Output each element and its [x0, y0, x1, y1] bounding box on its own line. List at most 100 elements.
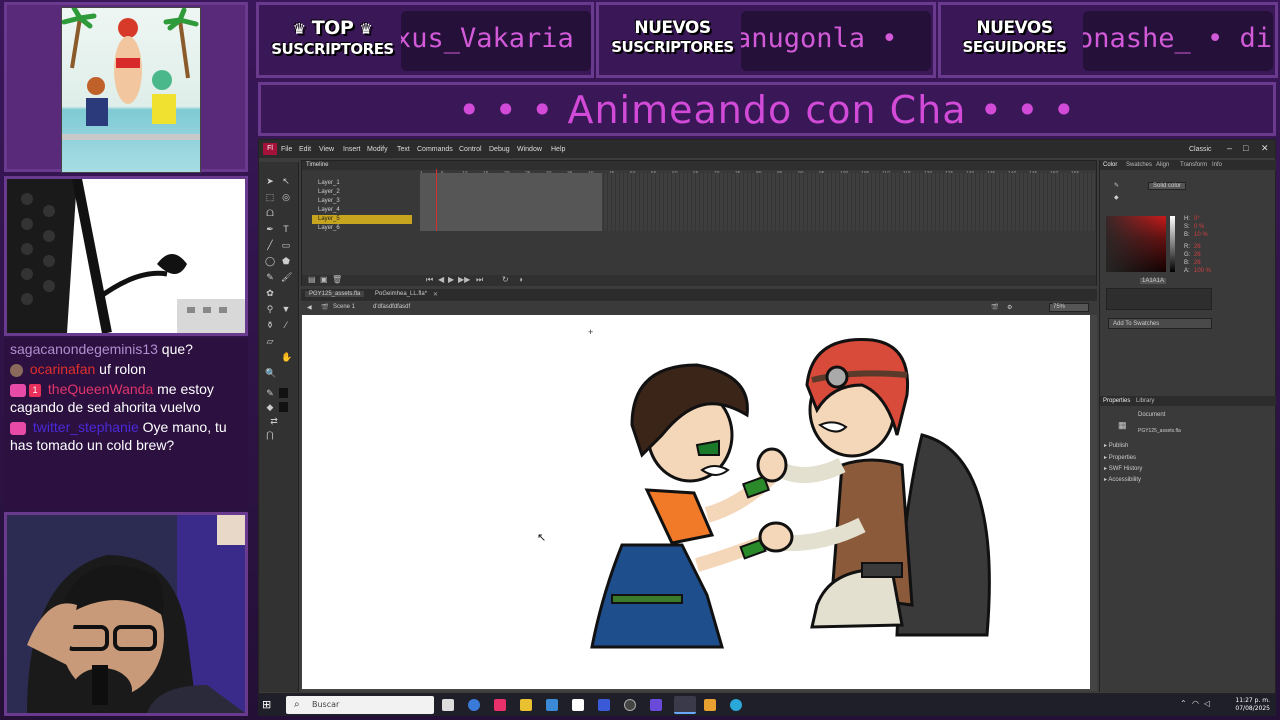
- hex-field[interactable]: 1A1A1A: [1140, 278, 1167, 284]
- symbol-breadcrumb[interactable]: d'dfasdfdfasdf: [373, 304, 410, 310]
- stroke-swatch[interactable]: [279, 388, 288, 398]
- stroke-color-icon[interactable]: ✎: [1114, 182, 1119, 189]
- section-swf-history[interactable]: ▸ SWF History: [1104, 465, 1142, 472]
- app-icon[interactable]: [704, 699, 716, 711]
- layer-row[interactable]: Layer_2: [312, 188, 412, 197]
- stroke-color-icon[interactable]: ✎: [265, 388, 275, 398]
- eraser-tool-icon[interactable]: ▱: [265, 336, 275, 346]
- tab-properties[interactable]: Properties: [1103, 398, 1130, 404]
- brightness-slider[interactable]: [1170, 216, 1175, 272]
- menu-insert[interactable]: Insert: [343, 146, 361, 153]
- pen-tool-icon[interactable]: ✒: [265, 224, 275, 234]
- back-arrow-icon[interactable]: ◀: [307, 304, 312, 311]
- menu-text[interactable]: Text: [397, 146, 410, 153]
- flash-taskbar-icon[interactable]: [674, 696, 696, 714]
- doc-tab[interactable]: PoGeimhea_LL.fla*: [371, 291, 431, 297]
- workspace-switcher[interactable]: Classic: [1189, 146, 1212, 153]
- fill-color-icon[interactable]: ◆: [265, 402, 275, 412]
- hsb-s-value[interactable]: 0 %: [1194, 224, 1204, 230]
- swap-colors-icon[interactable]: ⇄: [269, 416, 279, 426]
- taskbar-search-input[interactable]: ⌕ Buscar: [286, 696, 434, 714]
- loop-icon[interactable]: ↻: [502, 275, 509, 284]
- layer-row[interactable]: Layer_1: [312, 179, 412, 188]
- menu-commands[interactable]: Commands: [417, 146, 453, 153]
- keyframe-span[interactable]: [420, 173, 602, 231]
- layer-row[interactable]: Layer_3: [312, 197, 412, 206]
- chat-username[interactable]: sagacanondegeminis13: [10, 341, 158, 357]
- fill-color-icon[interactable]: ◆: [1114, 194, 1119, 201]
- tiktok-icon[interactable]: [494, 699, 506, 711]
- frame-grid[interactable]: [420, 173, 1096, 231]
- menu-help[interactable]: Help: [551, 146, 565, 153]
- pencil-tool-icon[interactable]: ✎: [265, 272, 275, 282]
- step-forward-icon[interactable]: ▶▶: [458, 275, 470, 284]
- stage-canvas[interactable]: + ↖: [302, 315, 1090, 689]
- lasso-tool-icon[interactable]: ᗝ: [265, 208, 275, 218]
- text-tool-icon[interactable]: T: [281, 224, 291, 234]
- menu-view[interactable]: View: [319, 146, 334, 153]
- task-view-icon[interactable]: [442, 699, 454, 711]
- edit-symbol-icon[interactable]: ⚙: [1007, 304, 1012, 311]
- new-folder-icon[interactable]: ▣: [320, 275, 328, 284]
- layer-row[interactable]: Layer_6: [312, 224, 412, 233]
- edge-icon[interactable]: [730, 699, 742, 711]
- bone-tool-icon[interactable]: ⚲: [265, 304, 275, 314]
- menu-edit[interactable]: Edit: [299, 146, 311, 153]
- layer-row-selected[interactable]: Layer_5: [312, 215, 412, 224]
- menu-control[interactable]: Control: [459, 146, 482, 153]
- chat-username[interactable]: twitter_stephanie: [33, 419, 139, 435]
- delete-layer-icon[interactable]: 🗑: [332, 275, 342, 284]
- 3d-rotation-tool-icon[interactable]: ◎: [281, 192, 291, 202]
- menu-debug[interactable]: Debug: [489, 146, 510, 153]
- brush-tool-icon[interactable]: 🖌: [281, 272, 292, 282]
- tab-library[interactable]: Library: [1136, 398, 1154, 404]
- menu-file[interactable]: File: [281, 146, 292, 153]
- section-properties[interactable]: ▸ Properties: [1104, 454, 1136, 461]
- tab-transform[interactable]: Transform: [1180, 162, 1207, 168]
- rgb-g-value[interactable]: 26: [1194, 252, 1201, 258]
- alpha-value[interactable]: 100 %: [1194, 268, 1211, 274]
- free-transform-tool-icon[interactable]: ⬚: [265, 192, 275, 202]
- scene-breadcrumb[interactable]: Scene 1: [333, 304, 355, 310]
- maximize-icon[interactable]: □: [1243, 143, 1248, 153]
- app-icon[interactable]: [598, 699, 610, 711]
- rgb-r-value[interactable]: 26: [1194, 244, 1201, 250]
- close-tab-icon[interactable]: ✕: [429, 291, 442, 298]
- wifi-icon[interactable]: ◠: [1192, 699, 1199, 708]
- color-type-select[interactable]: Solid color: [1148, 182, 1187, 190]
- color-picker-field[interactable]: [1106, 216, 1166, 272]
- go-last-frame-icon[interactable]: ⏭: [476, 275, 483, 285]
- tab-align[interactable]: Align: [1156, 162, 1169, 168]
- oval-tool-icon[interactable]: ◯: [265, 256, 275, 266]
- zoom-tool-icon[interactable]: 🔍: [265, 368, 276, 378]
- line-tool-icon[interactable]: ╱: [265, 240, 275, 250]
- hsb-b-value[interactable]: 10 %: [1194, 232, 1208, 238]
- tray-chevron-icon[interactable]: ⌃: [1180, 699, 1187, 708]
- tab-info[interactable]: Info: [1212, 162, 1222, 168]
- selection-tool-icon[interactable]: ➤: [265, 176, 275, 186]
- add-to-swatches-button[interactable]: Add To Swatches: [1108, 318, 1212, 329]
- rectangle-tool-icon[interactable]: ▭: [281, 240, 291, 250]
- doc-tab-active[interactable]: PGY125_assets.fla: [305, 291, 365, 297]
- hsb-h-value[interactable]: 0°: [1194, 216, 1200, 222]
- fill-swatch[interactable]: [279, 402, 288, 412]
- deco-tool-icon[interactable]: ✿: [265, 288, 275, 298]
- zoom-select[interactable]: 75%: [1049, 303, 1089, 312]
- play-icon[interactable]: ▶: [448, 275, 454, 284]
- copilot-icon[interactable]: [468, 699, 480, 711]
- rgb-b-value[interactable]: 26: [1194, 260, 1201, 266]
- volume-icon[interactable]: ◁: [1204, 699, 1210, 708]
- discord-icon[interactable]: [650, 699, 662, 711]
- windows-start-icon[interactable]: ⊞: [262, 699, 274, 711]
- playhead[interactable]: [436, 169, 437, 231]
- layer-row[interactable]: Layer_4: [312, 206, 412, 215]
- eyedropper-tool-icon[interactable]: ⁄: [281, 320, 291, 330]
- ink-bottle-tool-icon[interactable]: ⚱: [265, 320, 275, 330]
- hand-tool-icon[interactable]: ✋: [281, 352, 292, 362]
- close-icon[interactable]: ✕: [1261, 143, 1269, 154]
- go-first-frame-icon[interactable]: ⏮: [426, 275, 433, 285]
- obs-icon[interactable]: [624, 699, 636, 711]
- section-accessibility[interactable]: ▸ Accessibility: [1104, 476, 1141, 483]
- polystar-tool-icon[interactable]: ⬟: [281, 256, 291, 266]
- tab-swatches[interactable]: Swatches: [1126, 162, 1152, 168]
